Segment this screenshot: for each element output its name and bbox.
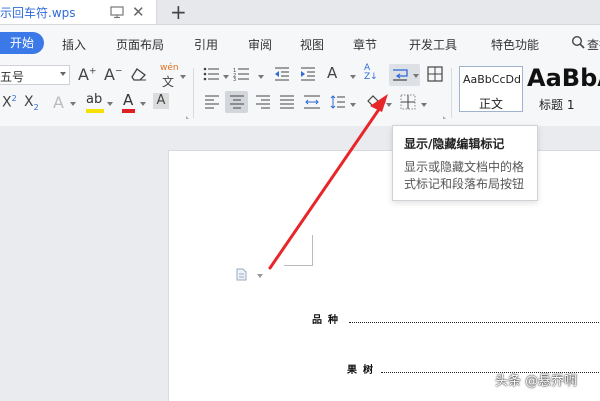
grow-font-icon[interactable]: A+ (78, 65, 97, 84)
shrink-font-icon[interactable]: A− (104, 65, 123, 84)
watermark: 头条 @悬乔啊 (495, 374, 578, 389)
align-left-icon[interactable] (204, 95, 220, 109)
phonetic-guide-icon[interactable]: wén (160, 63, 179, 73)
field-label-fruit-tree: 果树 (347, 365, 379, 376)
style-heading1-sample[interactable]: AaBbA (527, 64, 600, 92)
page-corner-mark (284, 235, 313, 266)
tooltip-body: 显示或隐藏文档中的格式标记和段落布局按钮 (404, 160, 525, 191)
chevron-down-icon (413, 74, 419, 78)
plus-icon[interactable]: + (170, 0, 187, 24)
paragraph-layout-icon[interactable] (236, 268, 247, 281)
align-center-icon (230, 95, 244, 109)
menu-bar: 开始 插入 页面布局 引用 审阅 视图 章节 开发工具 特色功能 查找 (0, 25, 600, 60)
eraser-icon[interactable] (131, 67, 147, 81)
distributed-align-icon[interactable] (303, 95, 321, 109)
chevron-down-icon[interactable] (140, 102, 146, 106)
chevron-down-icon[interactable] (258, 75, 264, 79)
monitor-icon[interactable] (110, 5, 124, 19)
paragraph-group-expander[interactable] (443, 116, 446, 119)
menu-start[interactable]: 开始 (0, 32, 44, 54)
font-color-bar (122, 109, 135, 113)
bullet-list-icon[interactable] (203, 67, 221, 81)
ribbon-toolbar: 五号 A+ A− wén 文 X2 X2 A ab A A 1 2 3 A A … (0, 60, 600, 127)
styles-gallery: AaBbCcDd 正文 AaBbA 标题 1 (455, 60, 600, 120)
style-normal-sample: AaBbCcDd (463, 73, 521, 86)
svg-text:3: 3 (233, 77, 236, 81)
ribbon-divider (193, 68, 194, 118)
show-hide-marks-button[interactable] (389, 64, 420, 86)
tab-bar: 示回车符.wps ✕ + (0, 0, 600, 25)
highlight-color-bar (86, 109, 104, 113)
field-label-variety: 品种 (312, 315, 344, 326)
menu-references[interactable]: 引用 (194, 36, 218, 53)
style-normal-name: 正文 (478, 97, 503, 111)
highlight-icon[interactable]: ab (86, 92, 102, 107)
menu-developer[interactable]: 开发工具 (409, 36, 457, 53)
superscript-icon[interactable]: X2 (2, 94, 17, 111)
chevron-down-icon[interactable] (180, 75, 186, 79)
menu-insert[interactable]: 插入 (62, 36, 86, 53)
phonetic-char-icon: 文 (162, 75, 175, 89)
style-heading1-name[interactable]: 标题 1 (539, 96, 574, 113)
chevron-down-icon[interactable] (257, 274, 263, 278)
font-size-select[interactable]: 五号 (0, 65, 70, 85)
chevron-down-icon[interactable] (107, 102, 113, 106)
chevron-down-icon[interactable] (350, 103, 356, 107)
tooltip: 显示/隐藏编辑标记 显示或隐藏文档中的格式标记和段落布局按钮 (392, 125, 538, 201)
chevron-down-icon[interactable] (386, 103, 392, 107)
text-direction-icon[interactable]: A (327, 64, 337, 82)
menu-page-layout[interactable]: 页面布局 (116, 36, 164, 53)
decrease-indent-icon[interactable] (274, 67, 290, 81)
ribbon-divider (451, 68, 452, 118)
border-icon[interactable] (400, 94, 416, 110)
document-tab-title: 示回车符.wps (0, 6, 76, 20)
sort-icon[interactable]: A Z↓ (364, 64, 378, 82)
close-tab-icon[interactable]: ✕ (132, 3, 145, 21)
justify-icon[interactable] (279, 95, 295, 109)
menu-search-label[interactable]: 查找 (587, 36, 600, 53)
char-shading-icon[interactable]: A (153, 93, 169, 109)
chevron-down-icon[interactable] (350, 75, 356, 79)
subscript-icon[interactable]: X2 (24, 94, 39, 112)
field-underline (349, 322, 600, 323)
menu-view[interactable]: 视图 (300, 36, 324, 53)
style-normal[interactable]: AaBbCcDd 正文 (459, 66, 523, 112)
font-size-value: 五号 (0, 70, 25, 84)
numbered-list-icon[interactable]: 1 2 3 (233, 67, 251, 81)
paint-bucket-icon[interactable] (365, 94, 381, 110)
chevron-down-icon (60, 72, 66, 76)
table-grid-icon[interactable] (427, 66, 443, 82)
text-effect-icon[interactable]: A (53, 93, 64, 112)
menu-review[interactable]: 审阅 (248, 36, 272, 53)
menu-section[interactable]: 章节 (353, 36, 377, 53)
chevron-down-icon[interactable] (223, 75, 229, 79)
tooltip-title: 显示/隐藏编辑标记 (404, 137, 505, 151)
font-color-icon[interactable]: A (123, 91, 133, 109)
search-icon[interactable] (571, 35, 585, 49)
align-center-button[interactable] (225, 91, 248, 113)
line-spacing-icon[interactable] (330, 95, 346, 109)
increase-indent-icon[interactable] (300, 67, 316, 81)
menu-special-features[interactable]: 特色功能 (491, 36, 539, 53)
document-tab[interactable]: 示回车符.wps ✕ (0, 0, 157, 24)
chevron-down-icon[interactable] (70, 102, 76, 106)
show-hide-marks-icon (393, 69, 408, 81)
chevron-down-icon[interactable] (421, 103, 427, 107)
font-group-expander[interactable] (186, 116, 189, 119)
align-right-icon[interactable] (255, 95, 271, 109)
